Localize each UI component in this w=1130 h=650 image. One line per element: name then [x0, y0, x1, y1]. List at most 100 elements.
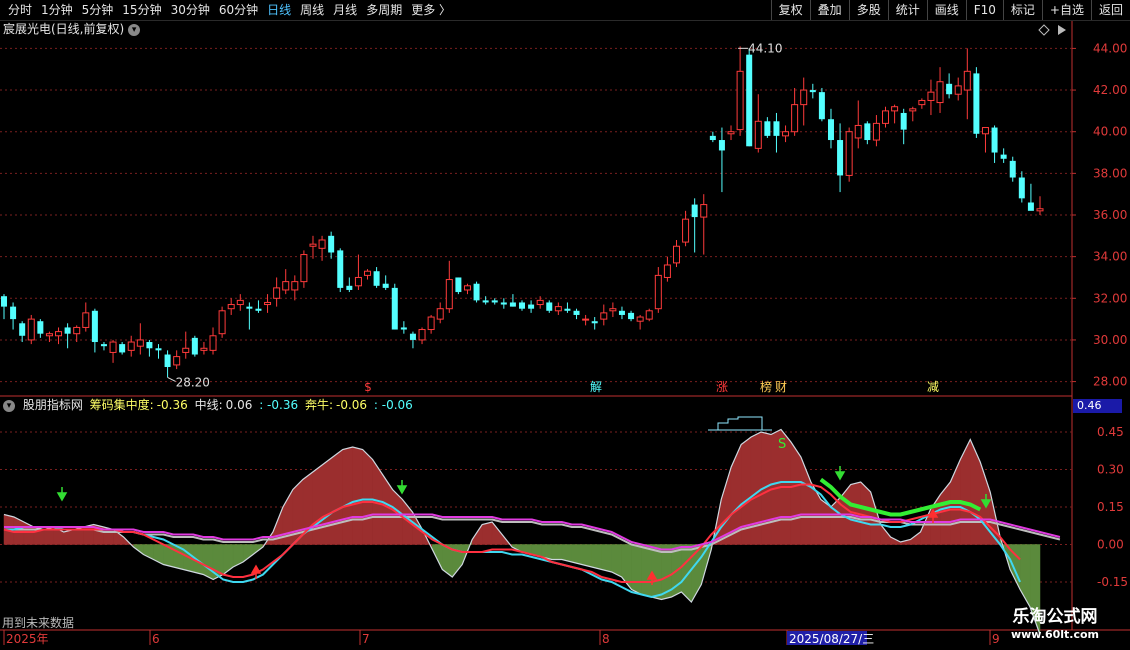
candle-body-114: [1036, 208, 1044, 212]
indicator-current-value: 0.46: [1073, 399, 1122, 413]
play-icon: [1058, 25, 1066, 35]
candle-body-88: [800, 89, 808, 106]
watermark: 乐淘公式网 www.60lt.com: [1010, 607, 1100, 641]
candle-body-107: [973, 73, 980, 134]
candle-body-103: [936, 81, 944, 104]
candle-body-0: [1, 296, 7, 307]
low-marker: [167, 376, 176, 382]
candle-body-1: [10, 306, 17, 320]
candle-body-105: [954, 85, 962, 95]
ind-tick-label-0: -0.15: [1097, 575, 1128, 589]
concentration-area-2: [23, 521, 35, 545]
event-marker-2: 涨: [716, 379, 728, 394]
candle-body-100: [909, 108, 917, 112]
candle-body-45: [409, 333, 416, 340]
peak-s-marker: S: [778, 437, 786, 452]
candle-body-11: [100, 344, 107, 347]
candle-body-44: [400, 327, 407, 330]
candle-body-8: [73, 326, 81, 335]
candle-body-28: [255, 308, 262, 311]
diamond-icon: [1038, 24, 1050, 36]
candle-body-17: [155, 348, 162, 351]
signal-arrow-1: [396, 480, 408, 495]
candle-body-70: [636, 316, 644, 322]
candle-body-78: [709, 135, 716, 141]
candle-body-102: [927, 91, 935, 101]
main-tick-label-8: 44.00: [1093, 41, 1127, 55]
candle-body-97: [882, 110, 890, 124]
candle-body-81: [736, 70, 744, 131]
peak-bracket: [708, 416, 772, 431]
candle-body-59: [536, 299, 544, 306]
candle-body-4: [37, 321, 44, 334]
candle-body-3: [27, 318, 35, 341]
candle-body-49: [445, 279, 453, 310]
concentration-area-79: [790, 441, 802, 545]
candle-body-90: [818, 92, 825, 120]
main-tick-label-3: 34.00: [1093, 250, 1127, 264]
concentration-area-24: [242, 544, 254, 563]
candle-body-75: [682, 218, 690, 243]
candle-body-110: [1000, 154, 1007, 159]
candle-body-99: [900, 112, 907, 130]
candle-body-12: [109, 341, 117, 353]
concentration-area-23: [232, 544, 244, 568]
candle-body-54: [491, 300, 498, 303]
candle-body-109: [991, 127, 998, 153]
concentration-area-97: [970, 439, 981, 545]
concentration-area-94: [940, 481, 951, 545]
candle-body-76: [691, 204, 698, 218]
candle-body-112: [1018, 177, 1025, 199]
candle-body-2: [19, 323, 26, 336]
candle-body-94: [854, 124, 862, 139]
main-tick-label-2: 32.00: [1093, 291, 1127, 305]
candle-body-5: [45, 333, 53, 337]
candle-body-69: [628, 312, 635, 320]
future-data-note: 用到未来数据: [2, 616, 75, 630]
candle-body-106: [963, 70, 971, 91]
ind-tick-label-2: 0.15: [1097, 500, 1124, 514]
main-tick-label-4: 36.00: [1093, 208, 1127, 222]
candle-body-40: [364, 270, 372, 276]
candle-body-31: [282, 281, 290, 291]
candle-body-6: [55, 331, 63, 337]
candle-body-63: [573, 310, 580, 315]
candle-body-39: [354, 276, 362, 287]
signal-arrow-0: [56, 487, 68, 502]
concentration-area-33: [332, 448, 343, 545]
candle-body-21: [191, 337, 198, 355]
chart-canvas[interactable]: 28.00 30.00 32.00 34.00 36.00 38.00 40.00 42.00…: [0, 0, 1130, 650]
candle-body-89: [809, 90, 816, 93]
concentration-area-20: [202, 544, 214, 580]
candle-body-71: [645, 310, 653, 320]
candle-body-22: [200, 347, 208, 351]
candle-body-46: [418, 329, 426, 341]
candle-body-32: [291, 281, 299, 291]
candle-body-18: [164, 354, 171, 368]
signal-arrow-2: [834, 466, 846, 481]
candle-body-66: [600, 312, 608, 320]
candle-body-14: [127, 341, 135, 351]
concentration-area-59: [591, 544, 602, 570]
candle-body-34: [309, 243, 317, 247]
candle-body-58: [528, 304, 535, 309]
date-label-1: 6: [152, 632, 160, 646]
candle-body-61: [554, 306, 562, 312]
candle-body-79: [718, 140, 725, 151]
candle-body-35: [318, 239, 326, 249]
candle-body-92: [837, 140, 844, 176]
concentration-area-55: [551, 544, 563, 560]
candle-body-83: [754, 120, 762, 149]
main-tick-label-7: 42.00: [1093, 83, 1127, 97]
event-marker-1: 解: [590, 380, 602, 394]
event-marker-5: 减: [927, 380, 939, 394]
candle-body-27: [246, 306, 253, 309]
main-tick-label-1: 30.00: [1093, 333, 1127, 347]
candle-body-13: [119, 344, 126, 353]
candle-body-15: [136, 339, 144, 347]
candle-body-24: [218, 310, 226, 335]
candle-body-55: [500, 302, 507, 305]
candle-body-87: [791, 104, 799, 133]
candle-body-43: [391, 287, 398, 330]
low-label: 28.20: [176, 375, 210, 389]
